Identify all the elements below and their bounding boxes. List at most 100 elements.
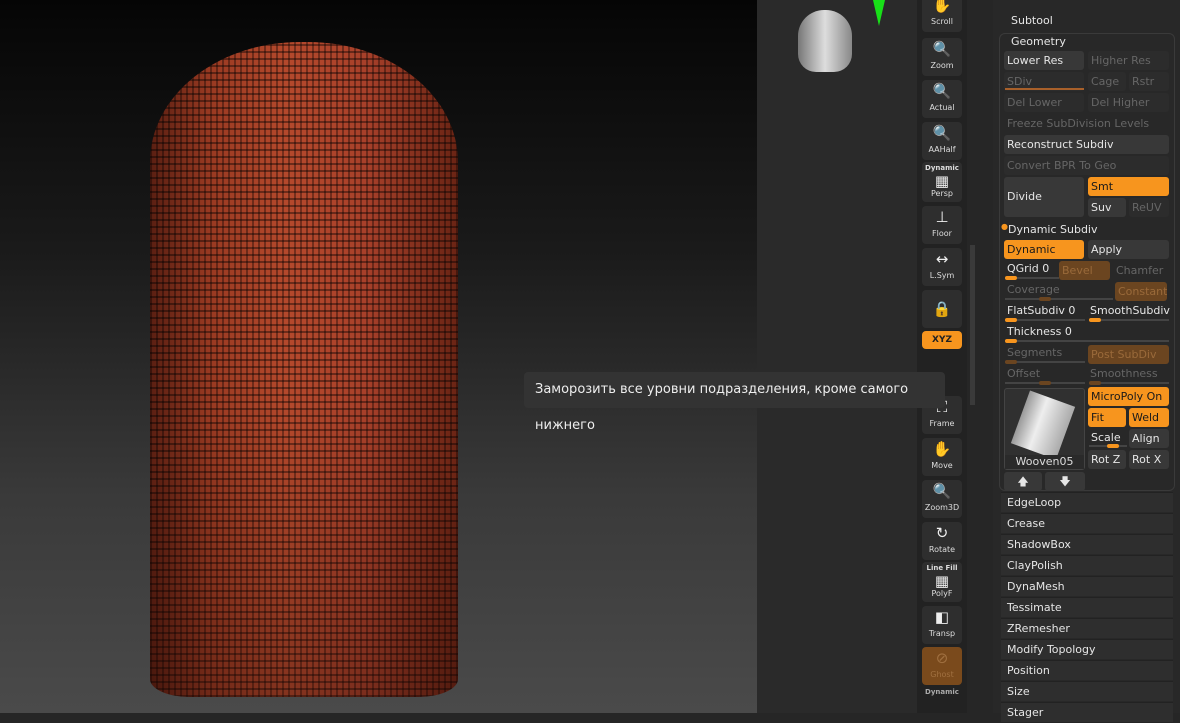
coverage-slider[interactable]: Coverage [1007,283,1060,296]
lock-camera-button[interactable]: 🔒 [922,290,962,328]
divide-button[interactable]: Divide [1004,177,1084,217]
stager-section[interactable]: Stager [1001,702,1173,722]
geometry-header[interactable]: Geometry [1011,35,1066,48]
freeze-subdivision-levels-button[interactable]: Freeze SubDivision Levels [1004,114,1169,133]
smt-toggle[interactable]: Smt [1088,177,1169,196]
dynamic-toggle[interactable]: Dynamic [1004,240,1084,259]
rotz-button[interactable]: Rot Z [1088,450,1126,469]
rstr-button[interactable]: Rstr [1129,72,1169,91]
chamfer-button[interactable]: Chamfer [1113,261,1169,280]
right-shelf-toolbar: ✋ Scroll 🔍 Zoom 🔍 Actual 🔍 AAHalf Dynamic ▦ Pe… [917,0,967,713]
fit-toggle[interactable]: Fit [1088,408,1126,427]
apply-button[interactable]: Apply [1088,240,1169,259]
qgrid-track[interactable] [1005,276,1059,280]
coverage-track[interactable] [1005,297,1113,301]
lower-res-button[interactable]: Lower Res [1004,51,1084,70]
rotate-button[interactable]: ↻ Rotate [922,522,962,560]
aahalf-button[interactable]: 🔍 AAHalf [922,122,962,160]
constant-button[interactable]: Constant [1115,282,1167,301]
reconstruct-subdiv-button[interactable]: Reconstruct Subdiv [1004,135,1169,154]
dynamic-subdiv-header[interactable]: Dynamic Subdiv [1008,223,1098,236]
zremesher-section[interactable]: ZRemesher [1001,618,1173,638]
magnifier-sphere-icon: 🔍 [932,482,952,500]
polygrid-icon: ▦ [934,572,950,590]
micropoly-on-toggle[interactable]: MicroPoly On [1088,387,1169,406]
sdiv-slider-track[interactable] [1005,88,1084,90]
segments-slider[interactable]: Segments [1007,346,1062,359]
lsym-button[interactable]: ↔ L.Sym [922,248,962,286]
arrow-down-button[interactable]: 🡇 [1045,472,1085,491]
post-subdiv-button[interactable]: Post SubDiv [1088,345,1169,364]
ghost-icon: ⊘ [935,649,949,667]
claypolish-section[interactable]: ClayPolish [1001,555,1173,575]
scroll-button[interactable]: ✋ Scroll [922,0,962,32]
hand-icon: ✋ [932,0,952,14]
tessimate-section[interactable]: Tessimate [1001,597,1173,617]
woven-tile-icon [1010,390,1076,460]
reuv-button[interactable]: ReUV [1129,198,1169,217]
smoothness-slider[interactable]: Smoothness [1090,367,1158,380]
transp-button[interactable]: ◧ Transp [922,606,962,644]
del-lower-button[interactable]: Del Lower [1004,93,1084,112]
zoom3d-button[interactable]: 🔍 Zoom3D [922,480,962,518]
rotx-button[interactable]: Rot X [1129,450,1169,469]
scale-slider[interactable]: Scale [1091,431,1121,444]
bevel-button[interactable]: Bevel [1059,261,1110,280]
cage-button[interactable]: Cage [1088,72,1126,91]
arrow-up-icon: 🡅 [1017,475,1029,488]
subtool-header[interactable]: Subtool [1011,14,1053,27]
magnifier-half-icon: 🔍 [932,124,952,142]
smoothsubdiv-slider[interactable]: SmoothSubdiv [1090,304,1170,317]
zoom-button[interactable]: 🔍 Zoom [922,38,962,76]
thickness-slider[interactable]: Thickness 0 [1007,325,1072,338]
magnifier-icon: 🔍 [932,40,952,58]
move-button[interactable]: ✋ Move [922,438,962,476]
orientation-head-icon[interactable] [798,10,852,72]
offset-slider[interactable]: Offset [1007,367,1040,380]
flatsubdiv-track[interactable] [1005,318,1085,322]
toolbar-scrollbar[interactable] [970,245,975,405]
thickness-track[interactable] [1005,339,1169,343]
smoothsubdiv-track[interactable] [1089,318,1169,322]
symmetry-icon: ↔ [935,250,949,268]
flatsubdiv-slider[interactable]: FlatSubdiv 0 [1007,304,1075,317]
suv-toggle[interactable]: Suv [1088,198,1126,217]
magnifier-x1-icon: 🔍 [932,82,952,100]
floor-button[interactable]: ⊥ Floor [922,206,962,244]
hand-sphere-icon: ✋ [932,440,952,458]
size-section[interactable]: Size [1001,681,1173,701]
del-higher-button[interactable]: Del Higher [1088,93,1169,112]
ghost-button[interactable]: ⊘ Ghost [922,647,962,685]
floor-icon: ⊥ [935,208,949,226]
offset-track[interactable] [1005,381,1085,385]
edgeloop-section[interactable]: EdgeLoop [1001,492,1173,512]
lock-icon: 🔒 [932,300,952,318]
arrow-up-button[interactable]: 🡅 [1004,472,1042,491]
higher-res-button[interactable]: Higher Res [1088,51,1169,70]
weld-toggle[interactable]: Weld [1129,408,1169,427]
convert-bpr-button[interactable]: Convert BPR To Geo [1004,156,1169,175]
actual-button[interactable]: 🔍 Actual [922,80,962,118]
modify-topology-section[interactable]: Modify Topology [1001,639,1173,659]
position-section[interactable]: Position [1001,660,1173,680]
viewport-canvas[interactable] [0,0,757,713]
persp-button[interactable]: Dynamic ▦ Persp [922,162,962,202]
segments-track[interactable] [1005,360,1085,364]
scale-track[interactable] [1089,444,1127,448]
align-button[interactable]: Align [1129,429,1169,448]
xyz-button[interactable]: XYZ [922,331,962,349]
micropoly-thumbnail[interactable]: Wooven05 [1004,388,1085,470]
dot-indicator-icon: ● [1001,222,1008,231]
smoothness-track[interactable] [1089,381,1169,385]
polyf-button[interactable]: Line Fill ▦ PolyF [922,562,962,602]
transparency-icon: ◧ [934,608,950,626]
arrow-down-icon: 🡇 [1059,475,1071,488]
dynamesh-section[interactable]: DynaMesh [1001,576,1173,596]
micropoly-name: Wooven05 [1005,455,1084,469]
qgrid-slider[interactable]: QGrid 0 [1007,262,1049,275]
shadowbox-section[interactable]: ShadowBox [1001,534,1173,554]
perspective-grid-icon: ▦ [934,172,950,190]
tooltip: Заморозить все уровни подразделения, кро… [524,372,945,433]
crease-section[interactable]: Crease [1001,513,1173,533]
axis-arrow-icon [873,0,885,26]
